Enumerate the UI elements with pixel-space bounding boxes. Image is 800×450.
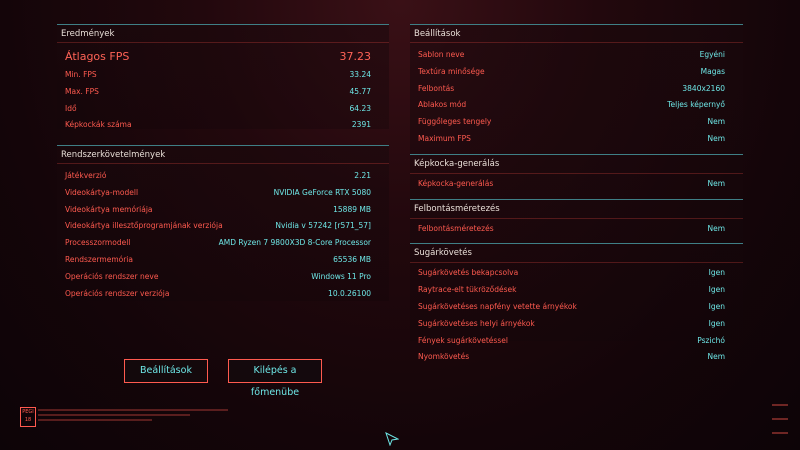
settings-row-value: Nem: [707, 133, 725, 143]
system-row-label: Videokártya-modell: [65, 187, 139, 197]
system-row-label: Videokártya illesztőprogramjának verziój…: [65, 221, 223, 231]
system-row: Operációs rendszer neve Windows 11 Pro: [57, 269, 389, 286]
system-row: Videokártya illesztőprogramjának verziój…: [57, 218, 389, 235]
raytracing-row-value: Igen: [708, 285, 725, 295]
results-row: Idő 64.23: [57, 101, 389, 118]
raytracing-row-label: Sugárkövetéses helyi árnyékok: [418, 318, 535, 328]
frames-label: Képkockák száma: [65, 120, 132, 130]
upscaling-row: Felbontásméretezés Nem: [410, 221, 743, 238]
avg-fps-value: 37.23: [339, 50, 372, 63]
raytracing-row: Sugárkövetéses helyi árnyékok Igen: [410, 316, 743, 333]
min-fps-label: Min. FPS: [65, 70, 97, 79]
system-row-value: NVIDIA GeForce RTX 5080: [273, 187, 371, 197]
settings-row-value: Egyéni: [699, 50, 725, 59]
time-label: Idő: [65, 103, 77, 113]
settings-button[interactable]: Beállítások: [124, 359, 208, 383]
settings-title: Beállítások: [410, 25, 743, 43]
results-row: Képkockák száma 2391: [57, 117, 389, 134]
settings-row-value: Magas: [700, 66, 725, 76]
settings-row-value: 3840x2160: [682, 83, 725, 93]
system-panel: Rendszerkövetelmények Játékverzió 2.21 V…: [57, 145, 389, 301]
cursor-icon: [385, 431, 400, 450]
system-row-label: Operációs rendszer verziója: [65, 288, 170, 298]
system-row-label: Operációs rendszer neve: [65, 271, 159, 281]
settings-row-label: Sablon neve: [418, 50, 465, 59]
frame-gen-row: Képkocka-generálás Nem: [410, 176, 743, 193]
raytracing-row: Fények sugárkövetéssel Pszichó: [410, 333, 743, 350]
results-row: Max. FPS 45.77: [57, 84, 389, 101]
system-row: Processzormodell AMD Ryzen 7 9800X3D 8-C…: [57, 235, 389, 252]
raytracing-row-label: Fények sugárkövetéssel: [418, 335, 508, 345]
min-fps-value: 33.24: [349, 70, 371, 79]
settings-row-value: Nem: [707, 117, 725, 127]
legal-text-lines: [38, 409, 228, 424]
upscaling-label: Felbontásméretezés: [418, 223, 494, 233]
frame-gen-label: Képkocka-generálás: [418, 178, 494, 188]
system-row-label: Játékverzió: [65, 171, 107, 180]
raytracing-row: Raytrace-elt tükröződések Igen: [410, 282, 743, 299]
system-row: Videokártya-modell NVIDIA GeForce RTX 50…: [57, 185, 389, 202]
age-rating-icon: PEGI 18: [20, 407, 36, 427]
settings-row: Felbontás 3840x2160: [410, 81, 743, 98]
raytracing-row-value: Pszichó: [697, 335, 725, 345]
settings-row: Ablakos mód Teljes képernyő: [410, 97, 743, 114]
frames-value: 2391: [351, 120, 371, 130]
system-row-value: 65536 MB: [333, 254, 371, 264]
system-row: Operációs rendszer verziója 10.0.26100: [57, 286, 389, 303]
results-panel: Eredmények Átlagos FPS 37.23 Min. FPS 33…: [57, 24, 389, 129]
raytracing-row-value: Nem: [707, 352, 725, 362]
system-row-value: 2.21: [354, 171, 371, 180]
system-row-label: Processzormodell: [65, 238, 131, 248]
avg-fps-label: Átlagos FPS: [65, 50, 130, 63]
side-decoration: [10, 180, 16, 280]
settings-row-label: Maximum FPS: [418, 133, 471, 143]
max-fps-label: Max. FPS: [65, 86, 99, 96]
settings-panel: Beállítások Sablon neve Egyéni Textúra m…: [410, 24, 743, 361]
exit-to-main-menu-button[interactable]: Kilépés a főmenübe: [228, 359, 322, 398]
raytracing-title: Sugárkövetés: [410, 243, 743, 264]
raytracing-row: Sugárkövetéses napfény vetette árnyékok …: [410, 299, 743, 316]
results-row: Átlagos FPS 37.23: [57, 47, 389, 67]
upscaling-title: Felbontásméretezés: [410, 198, 743, 219]
settings-row: Maximum FPS Nem: [410, 131, 743, 148]
system-row-value: 10.0.26100: [328, 288, 371, 298]
system-title: Rendszerkövetelmények: [57, 146, 389, 164]
raytracing-row-label: Sugárkövetéses napfény vetette árnyékok: [418, 301, 577, 311]
settings-row-label: Függőleges tengely: [418, 117, 492, 127]
system-row-value: Nvidia v 57242 [r571_57]: [275, 221, 371, 231]
system-row-label: Videokártya memóriája: [65, 204, 153, 214]
frame-gen-value: Nem: [707, 178, 725, 188]
raytracing-row-label: Raytrace-elt tükröződések: [418, 285, 517, 295]
raytracing-row-value: Igen: [708, 268, 725, 278]
raytracing-row-label: Nyomkövetés: [418, 352, 470, 362]
settings-row: Textúra minősége Magas: [410, 64, 743, 81]
results-title: Eredmények: [57, 25, 389, 43]
system-row-label: Rendszermemória: [65, 254, 133, 264]
system-row: Játékverzió 2.21: [57, 168, 389, 185]
system-row-value: AMD Ryzen 7 9800X3D 8-Core Processor: [218, 238, 371, 248]
settings-row: Sablon neve Egyéni: [410, 47, 743, 64]
settings-row-label: Felbontás: [418, 83, 455, 93]
settings-row-value: Teljes képernyő: [667, 100, 725, 110]
raytracing-row-label: Sugárkövetés bekapcsolva: [418, 268, 519, 278]
raytracing-row: Sugárkövetés bekapcsolva Igen: [410, 265, 743, 282]
max-fps-value: 45.77: [349, 86, 371, 96]
upscaling-value: Nem: [707, 223, 725, 233]
settings-row-label: Textúra minősége: [418, 66, 485, 76]
frame-gen-title: Képkocka-generálás: [410, 153, 743, 174]
system-row: Videokártya memóriája 15889 MB: [57, 202, 389, 219]
raytracing-row: Nyomkövetés Nem: [410, 349, 743, 366]
raytracing-row-value: Igen: [708, 301, 725, 311]
time-value: 64.23: [349, 103, 371, 113]
corner-decoration: [772, 404, 788, 446]
settings-row-label: Ablakos mód: [418, 100, 467, 110]
system-row: Rendszermemória 65536 MB: [57, 252, 389, 269]
system-row-value: 15889 MB: [333, 204, 371, 214]
settings-row: Függőleges tengely Nem: [410, 114, 743, 131]
raytracing-row-value: Igen: [708, 318, 725, 328]
system-row-value: Windows 11 Pro: [311, 271, 371, 281]
results-row: Min. FPS 33.24: [57, 67, 389, 84]
